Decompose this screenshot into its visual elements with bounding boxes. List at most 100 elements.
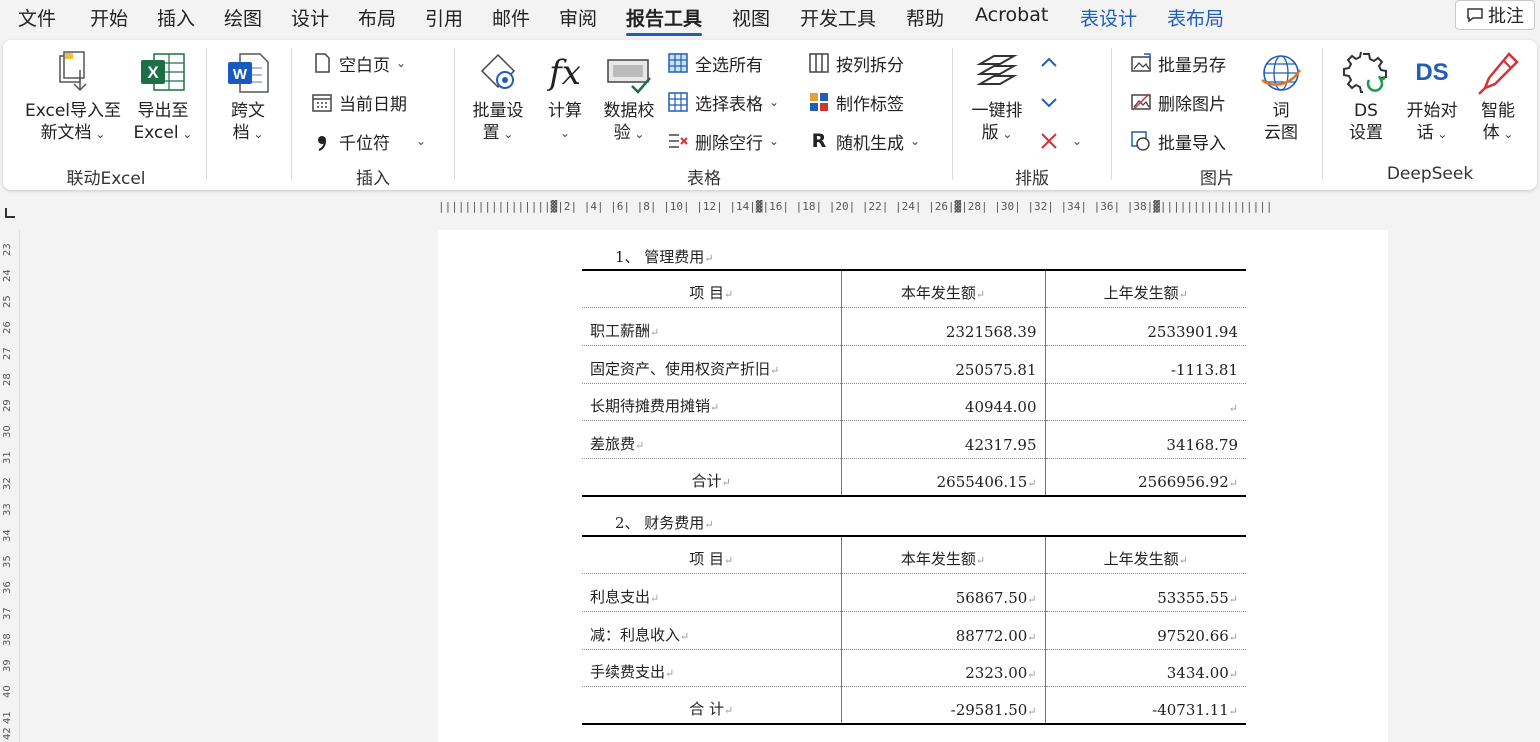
delete-layout-button[interactable]: ⌄ (1038, 128, 1082, 154)
vruler-tick: 41 (2, 711, 13, 724)
menu-report-tools[interactable]: 报告工具 (626, 4, 703, 36)
word-cloud-button[interactable]: 词 云图 (1253, 50, 1309, 144)
vruler-tick: 24 (2, 269, 13, 282)
calculate-label: 计算 (548, 101, 582, 121)
calculate-button[interactable]: fx 计算 ⌄ (537, 50, 593, 144)
export-label-2: Excel ⌄ (133, 123, 193, 143)
batch-settings-icon (480, 53, 516, 89)
batch-import-label: 批量导入 (1158, 133, 1226, 154)
header-prior-year: 上年发生额↵ (1044, 269, 1246, 309)
group-separator (1111, 48, 1112, 180)
horizontal-ruler[interactable]: |||||||||||||||||▓|2| |4| |6| |8| |10| |… (438, 200, 1388, 220)
thousands-label: 千位符 (339, 133, 390, 154)
current-date-button[interactable]: 当前日期 (311, 89, 407, 115)
batch-settings-button[interactable]: 批量设 置 ⌄ (465, 50, 531, 145)
menu-home[interactable]: 开始 (90, 4, 128, 31)
menu-table-design[interactable]: 表设计 (1080, 4, 1137, 31)
excel-import-icon (59, 51, 87, 92)
comment-label: 批注 (1488, 6, 1524, 27)
section-title-finance: 2、 财务费用↵ (615, 514, 714, 532)
word-cloud-label-1: 词 (1272, 101, 1290, 121)
comma-icon (318, 136, 326, 151)
smart-agent-button[interactable]: 智能 体 ⌄ (1467, 50, 1529, 145)
group-separator (454, 48, 455, 180)
export-excel-button[interactable]: X 导出至 Excel ⌄ (127, 50, 199, 145)
menu-insert[interactable]: 插入 (157, 4, 195, 31)
vruler-tick: 35 (2, 555, 13, 568)
data-verify-label-1: 数据校 (603, 101, 655, 121)
document-page[interactable]: 1、 管理费用↵ 项 目↵ 本年发生额↵ 上年发生额↵ 职工薪酬↵ 232156… (438, 230, 1388, 742)
ds-settings-button[interactable]: DS 设置 (1335, 50, 1397, 144)
group-label-picture: 图片 (1200, 169, 1234, 189)
vruler-tick: 37 (2, 607, 13, 620)
row-item: 减：利息收入↵ (582, 611, 841, 650)
move-down-button[interactable] (1038, 89, 1060, 115)
menu-references[interactable]: 引用 (425, 4, 463, 31)
select-all-button[interactable]: 全选所有 (667, 50, 763, 76)
delete-empty-rows-button[interactable]: 删除空行 ⌄ (667, 128, 779, 154)
menu-table-layout[interactable]: 表布局 (1167, 4, 1224, 31)
row-prior-year: -1113.81 (1044, 345, 1246, 384)
move-up-button[interactable] (1038, 50, 1060, 76)
select-table-label: 选择表格 (695, 94, 763, 115)
comment-button[interactable]: 批注 (1455, 0, 1535, 30)
random-gen-label: 随机生成 (836, 133, 904, 154)
delete-picture-button[interactable]: 删除图片 (1130, 89, 1226, 115)
image-import-icon (1131, 131, 1150, 151)
menu-design[interactable]: 设计 (291, 4, 329, 31)
batch-save-as-button[interactable]: 批量另存 (1130, 50, 1226, 76)
make-label-button[interactable]: 制作标签 (808, 89, 904, 115)
group-label-table: 表格 (687, 169, 721, 189)
delete-rows-icon (669, 134, 688, 148)
ruler-corner[interactable] (0, 196, 28, 226)
label-tiles-icon (810, 93, 828, 111)
table-row: 减：利息收入↵ 88772.00↵ 97520.66↵ (582, 611, 1246, 650)
menu-review[interactable]: 审阅 (559, 4, 597, 31)
finance-expense-table[interactable]: 项 目↵ 本年发生额↵ 上年发生额↵ 利息支出↵ 56867.50↵ 53355… (582, 535, 1246, 726)
row-current-year: 2321568.39 (840, 307, 1045, 346)
excel-import-button[interactable]: Excel导入至 新文档 ⌄ (21, 50, 125, 145)
menu-layout[interactable]: 布局 (358, 4, 396, 31)
row-item: 长期待摊费用摊销↵ (582, 383, 841, 422)
menu-view[interactable]: 视图 (732, 4, 770, 31)
menu-developer[interactable]: 开发工具 (800, 4, 876, 31)
random-generate-button[interactable]: R 随机生成 ⌄ (808, 128, 920, 154)
row-prior-year: ↵ (1044, 383, 1246, 422)
menu-acrobat[interactable]: Acrobat (975, 4, 1048, 26)
menu-draw[interactable]: 绘图 (224, 4, 262, 31)
start-chat-label-1: 开始对 (1406, 101, 1458, 121)
total-current-year: 2655406.15↵ (840, 458, 1045, 498)
vertical-ruler[interactable]: 23 24 25 26 27 28 29 30 31 32 33 34 35 3… (0, 230, 20, 742)
chevron-up-icon (1041, 57, 1057, 67)
select-table-button[interactable]: 选择表格 ⌄ (667, 89, 779, 115)
start-chat-button[interactable]: DS 开始对 话 ⌄ (1399, 50, 1465, 145)
row-prior-year: 97520.66↵ (1044, 611, 1246, 650)
management-expense-table[interactable]: 项 目↵ 本年发生额↵ 上年发生额↵ 职工薪酬↵ 2321568.39 2533… (582, 269, 1246, 498)
group-label-layout: 排版 (1015, 169, 1049, 189)
make-label-label: 制作标签 (836, 94, 904, 115)
current-date-label: 当前日期 (339, 94, 407, 115)
header-current-year: 本年发生额↵ (840, 269, 1045, 309)
blank-page-button[interactable]: 空白页 ⌄ (311, 50, 406, 76)
row-prior-year: 3434.00↵ (1044, 649, 1246, 688)
vruler-tick: 39 (2, 659, 13, 672)
row-current-year: 2323.00↵ (840, 649, 1045, 688)
row-current-year: 88772.00↵ (840, 611, 1045, 650)
menu-mailings[interactable]: 邮件 (492, 4, 530, 31)
vruler-tick: 28 (2, 373, 13, 386)
menu-file[interactable]: 文件 (18, 4, 56, 31)
cross-doc-button[interactable]: W 跨文 档 ⌄ (217, 50, 279, 145)
header-item: 项 目↵ (582, 269, 841, 309)
row-item: 差旅费↵ (582, 420, 841, 459)
menu-help[interactable]: 帮助 (906, 4, 944, 31)
vruler-tick: 42 (2, 727, 13, 740)
split-by-column-button[interactable]: 按列拆分 (808, 50, 904, 76)
smart-agent-label-2: 体 ⌄ (1482, 123, 1514, 143)
one-key-layout-button[interactable]: 一键排 版 ⌄ (961, 50, 1033, 145)
vruler-tick: 26 (2, 321, 13, 334)
batch-import-button[interactable]: 批量导入 (1130, 128, 1226, 154)
thousands-separator-button[interactable]: 千位符 ⌄ (311, 128, 426, 154)
data-verify-button[interactable]: 数据校 验 ⌄ (595, 50, 663, 145)
data-verify-label-2: 验 ⌄ (613, 123, 645, 143)
total-label: 合计↵ (582, 458, 841, 498)
